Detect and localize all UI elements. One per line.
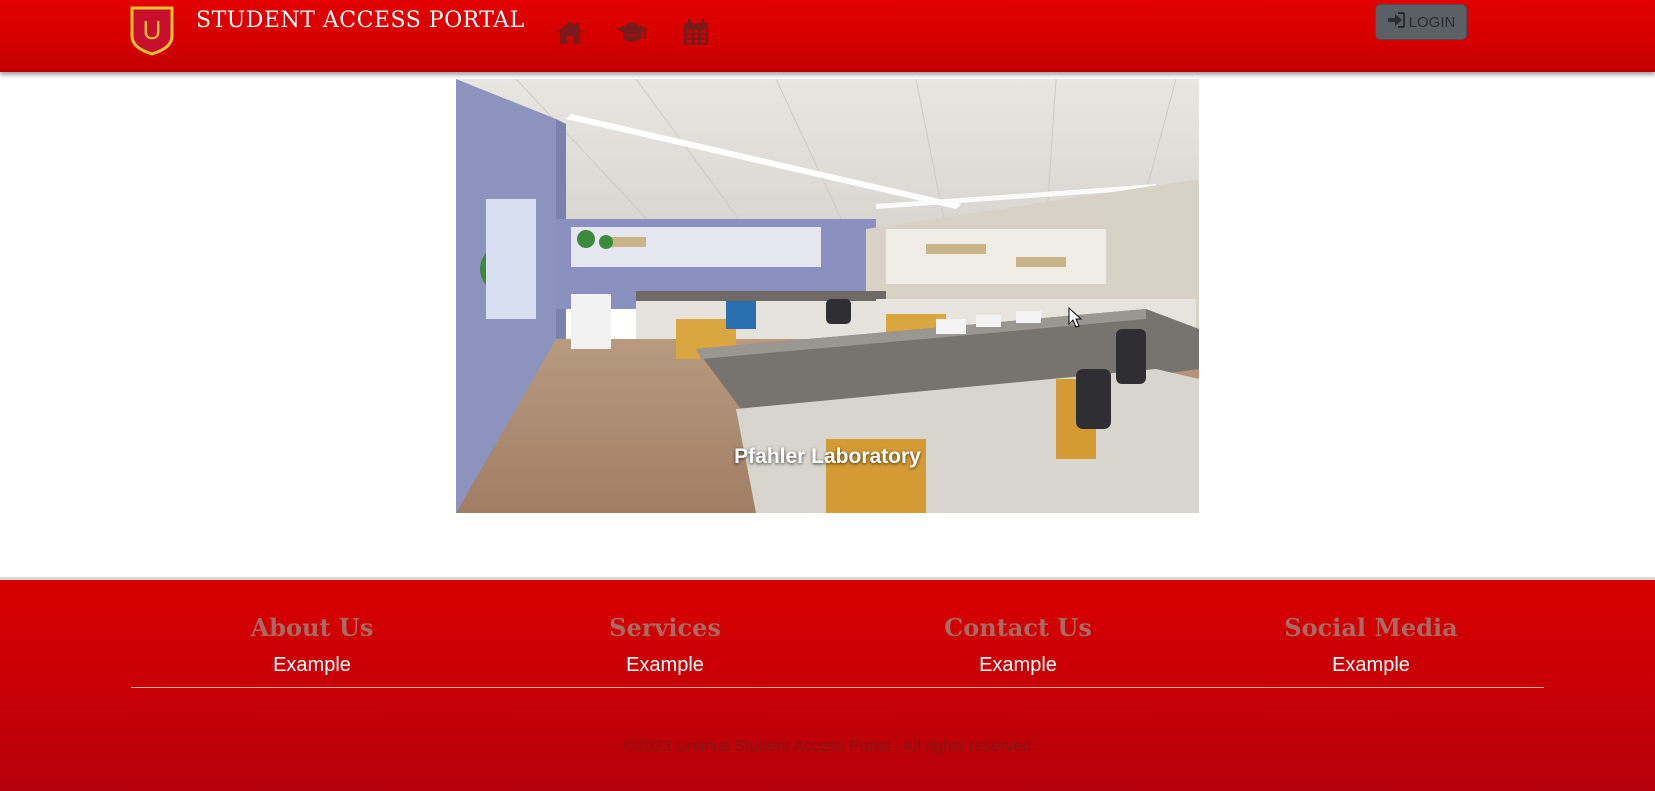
mouse-pointer-icon (1068, 306, 1083, 329)
logo-letter: U (143, 15, 162, 45)
graduation-cap-icon[interactable] (615, 18, 649, 46)
hero-caption: Pfahler Laboratory (734, 445, 921, 468)
sign-in-icon (1387, 12, 1405, 32)
footer-link-social-media[interactable]: Example (1231, 654, 1511, 677)
footer-link-contact-us[interactable]: Example (878, 654, 1158, 677)
login-button[interactable]: LOGIN (1375, 4, 1467, 40)
footer: About Us Example Services Example Contac… (0, 577, 1655, 791)
footer-heading: Social Media (1284, 613, 1458, 642)
hero-image-pfahler-laboratory: Pfahler Laboratory (456, 79, 1199, 513)
footer-column-contact-us: Contact Us Example (878, 613, 1158, 677)
copyright-text: ©2023 Ursinus Student Access Portal | Al… (623, 738, 1032, 755)
footer-heading: Contact Us (944, 613, 1092, 642)
footer-link-about-us[interactable]: Example (172, 654, 452, 677)
site-title[interactable]: STUDENT ACCESS PORTAL (196, 8, 525, 33)
calendar-icon[interactable] (682, 18, 710, 46)
login-label: LOGIN (1408, 13, 1456, 31)
footer-divider (131, 687, 1544, 688)
top-navbar: U STUDENT ACCESS PORTAL LOGIN (0, 0, 1655, 72)
home-icon[interactable] (555, 18, 585, 46)
university-shield-logo[interactable]: U (130, 6, 174, 56)
footer-column-about-us: About Us Example (172, 613, 452, 677)
footer-column-services: Services Example (525, 613, 805, 677)
footer-link-services[interactable]: Example (525, 654, 805, 677)
footer-heading: Services (609, 613, 721, 642)
footer-column-social-media: Social Media Example (1231, 613, 1511, 677)
footer-heading: About Us (250, 613, 374, 642)
